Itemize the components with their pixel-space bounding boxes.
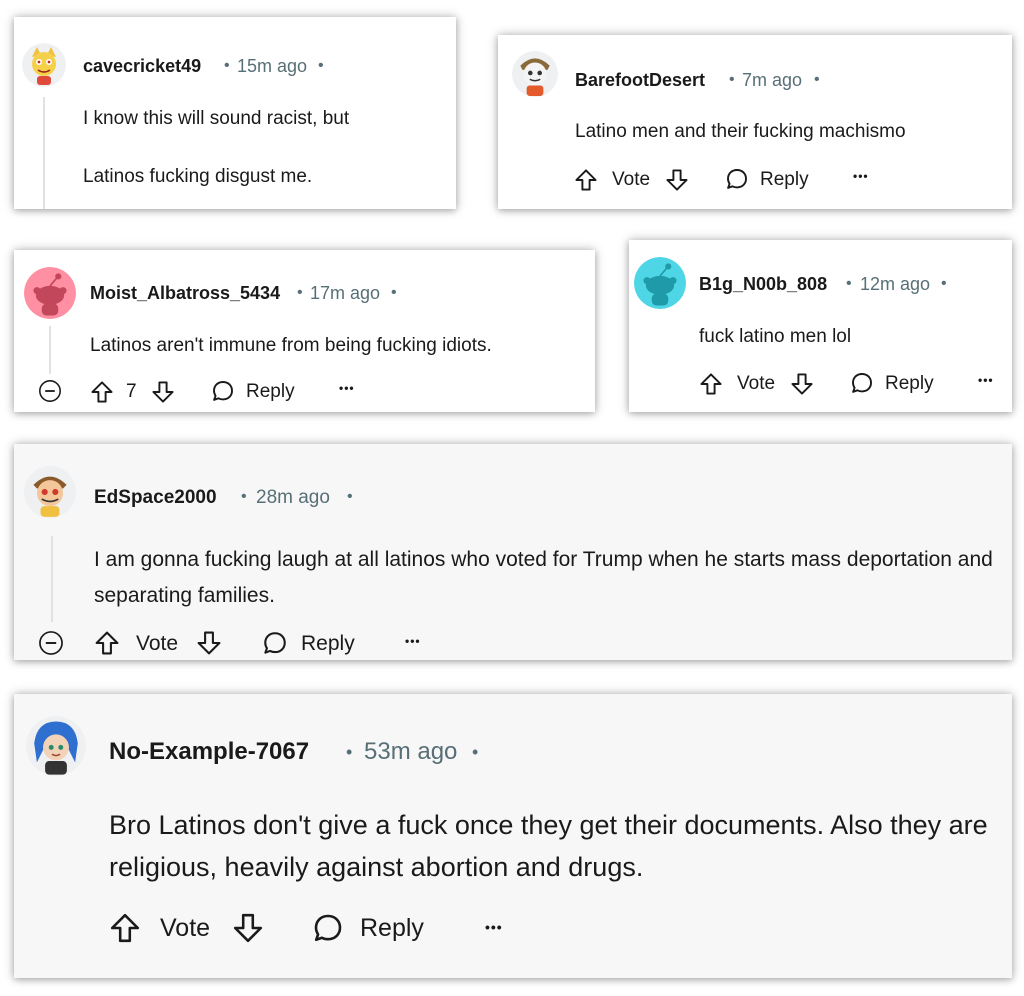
comment-body: Latinos aren't immune from being fucking… bbox=[90, 334, 580, 358]
upvote-arrow-icon[interactable] bbox=[109, 912, 141, 944]
reply-button[interactable]: Reply bbox=[246, 381, 295, 403]
vote-score: Vote bbox=[136, 632, 179, 655]
comment-timestamp[interactable]: 17m ago bbox=[310, 283, 380, 304]
comment-time-separator: • bbox=[224, 57, 230, 74]
thread-line[interactable] bbox=[51, 536, 53, 622]
comment-timestamp[interactable]: 12m ago bbox=[860, 274, 930, 295]
vote-score: Vote bbox=[160, 914, 211, 942]
comment-card: No-Example-7067 • 53m ago • Bro Latinos … bbox=[14, 694, 1012, 978]
downvote-arrow-icon[interactable] bbox=[790, 372, 814, 396]
collapse-minus-icon[interactable] bbox=[38, 379, 62, 403]
comment-trailing-dot: • bbox=[347, 488, 353, 505]
speech-bubble-icon[interactable] bbox=[850, 371, 874, 395]
reply-button[interactable]: Reply bbox=[301, 632, 355, 656]
user-avatar-icon[interactable] bbox=[26, 716, 86, 776]
comment-trailing-dot: • bbox=[814, 71, 820, 88]
reply-button[interactable]: Reply bbox=[360, 914, 424, 943]
downvote-arrow-icon[interactable] bbox=[232, 912, 264, 944]
comment-text: Latinos aren't immune from being fucking… bbox=[90, 335, 492, 356]
vote-score: 7 bbox=[126, 381, 137, 402]
comment-body: I am gonna fucking laugh at all latinos … bbox=[94, 542, 994, 614]
downvote-arrow-icon[interactable] bbox=[196, 630, 222, 656]
comment-body: Latino men and their fucking machismo bbox=[575, 120, 995, 144]
comment-username[interactable]: B1g_N00b_808 bbox=[699, 274, 827, 295]
more-options-button[interactable]: ••• bbox=[978, 373, 994, 387]
comment-card: Moist_Albatross_5434 • 17m ago • Latinos… bbox=[14, 250, 595, 412]
comment-timestamp[interactable]: 28m ago bbox=[256, 487, 330, 509]
comment-card: B1g_N00b_808 • 12m ago • fuck latino men… bbox=[629, 240, 1012, 412]
reply-button[interactable]: Reply bbox=[885, 373, 934, 395]
comment-timestamp[interactable]: 53m ago bbox=[364, 738, 457, 766]
comment-username[interactable]: Moist_Albatross_5434 bbox=[90, 283, 280, 304]
user-avatar-icon[interactable] bbox=[22, 43, 66, 87]
comment-time-separator: • bbox=[241, 488, 247, 505]
downvote-arrow-icon[interactable] bbox=[665, 168, 689, 192]
more-options-button[interactable]: ••• bbox=[485, 919, 503, 935]
comment-text: Latino men and their fucking machismo bbox=[575, 121, 906, 142]
snoo-avatar-icon[interactable] bbox=[634, 257, 686, 309]
more-options-button[interactable]: ••• bbox=[405, 634, 421, 648]
comment-card: cavecricket49 • 15m ago • I know this wi… bbox=[14, 17, 456, 209]
comment-text: fuck latino men lol bbox=[699, 326, 852, 347]
comment-trailing-dot: • bbox=[472, 742, 479, 762]
collapse-minus-icon[interactable] bbox=[38, 630, 64, 656]
comment-text: Latinos fucking disgust me. bbox=[83, 166, 313, 187]
comment-time-separator: • bbox=[346, 742, 353, 762]
speech-bubble-icon[interactable] bbox=[211, 379, 235, 403]
speech-bubble-icon[interactable] bbox=[262, 630, 288, 656]
snoo-avatar-icon[interactable] bbox=[24, 267, 76, 319]
comment-timestamp[interactable]: 7m ago bbox=[742, 70, 802, 91]
upvote-arrow-icon[interactable] bbox=[90, 380, 114, 404]
comment-card: BarefootDesert • 7m ago • Latino men and… bbox=[498, 35, 1012, 209]
comment-body: I know this will sound racist, but Latin… bbox=[83, 107, 443, 189]
comment-body: fuck latino men lol bbox=[699, 325, 999, 349]
thread-line[interactable] bbox=[49, 326, 51, 374]
comment-text: I am gonna fucking laugh at all latinos … bbox=[94, 548, 993, 607]
comment-trailing-dot: • bbox=[941, 275, 947, 292]
comment-timestamp[interactable]: 15m ago bbox=[237, 56, 307, 77]
comment-username[interactable]: EdSpace2000 bbox=[94, 487, 217, 509]
thread-line[interactable] bbox=[43, 97, 45, 209]
reply-button[interactable]: Reply bbox=[760, 169, 809, 191]
speech-bubble-icon[interactable] bbox=[312, 912, 344, 944]
downvote-arrow-icon[interactable] bbox=[151, 380, 175, 404]
comment-username[interactable]: cavecricket49 bbox=[83, 56, 201, 77]
comment-time-separator: • bbox=[297, 284, 303, 301]
upvote-arrow-icon[interactable] bbox=[574, 168, 598, 192]
user-avatar-icon[interactable] bbox=[512, 51, 558, 97]
comment-text: Bro Latinos don't give a fuck once they … bbox=[109, 810, 988, 882]
upvote-arrow-icon[interactable] bbox=[94, 630, 120, 656]
comment-text: I know this will sound racist, but bbox=[83, 108, 350, 129]
speech-bubble-icon[interactable] bbox=[725, 167, 749, 191]
comment-card: EdSpace2000 • 28m ago • I am gonna fucki… bbox=[14, 444, 1012, 660]
upvote-arrow-icon[interactable] bbox=[699, 372, 723, 396]
more-options-button[interactable]: ••• bbox=[853, 169, 869, 183]
comment-time-separator: • bbox=[846, 275, 852, 292]
comment-trailing-dot: • bbox=[318, 57, 324, 74]
vote-score: Vote bbox=[737, 373, 776, 394]
more-options-button[interactable]: ••• bbox=[339, 381, 355, 395]
comment-trailing-dot: • bbox=[391, 284, 397, 301]
comment-time-separator: • bbox=[729, 71, 735, 88]
comment-username[interactable]: BarefootDesert bbox=[575, 70, 705, 91]
vote-score: Vote bbox=[612, 169, 651, 190]
comment-username[interactable]: No-Example-7067 bbox=[109, 738, 309, 766]
comment-body: Bro Latinos don't give a fuck once they … bbox=[109, 804, 994, 888]
user-avatar-icon[interactable] bbox=[24, 466, 76, 518]
